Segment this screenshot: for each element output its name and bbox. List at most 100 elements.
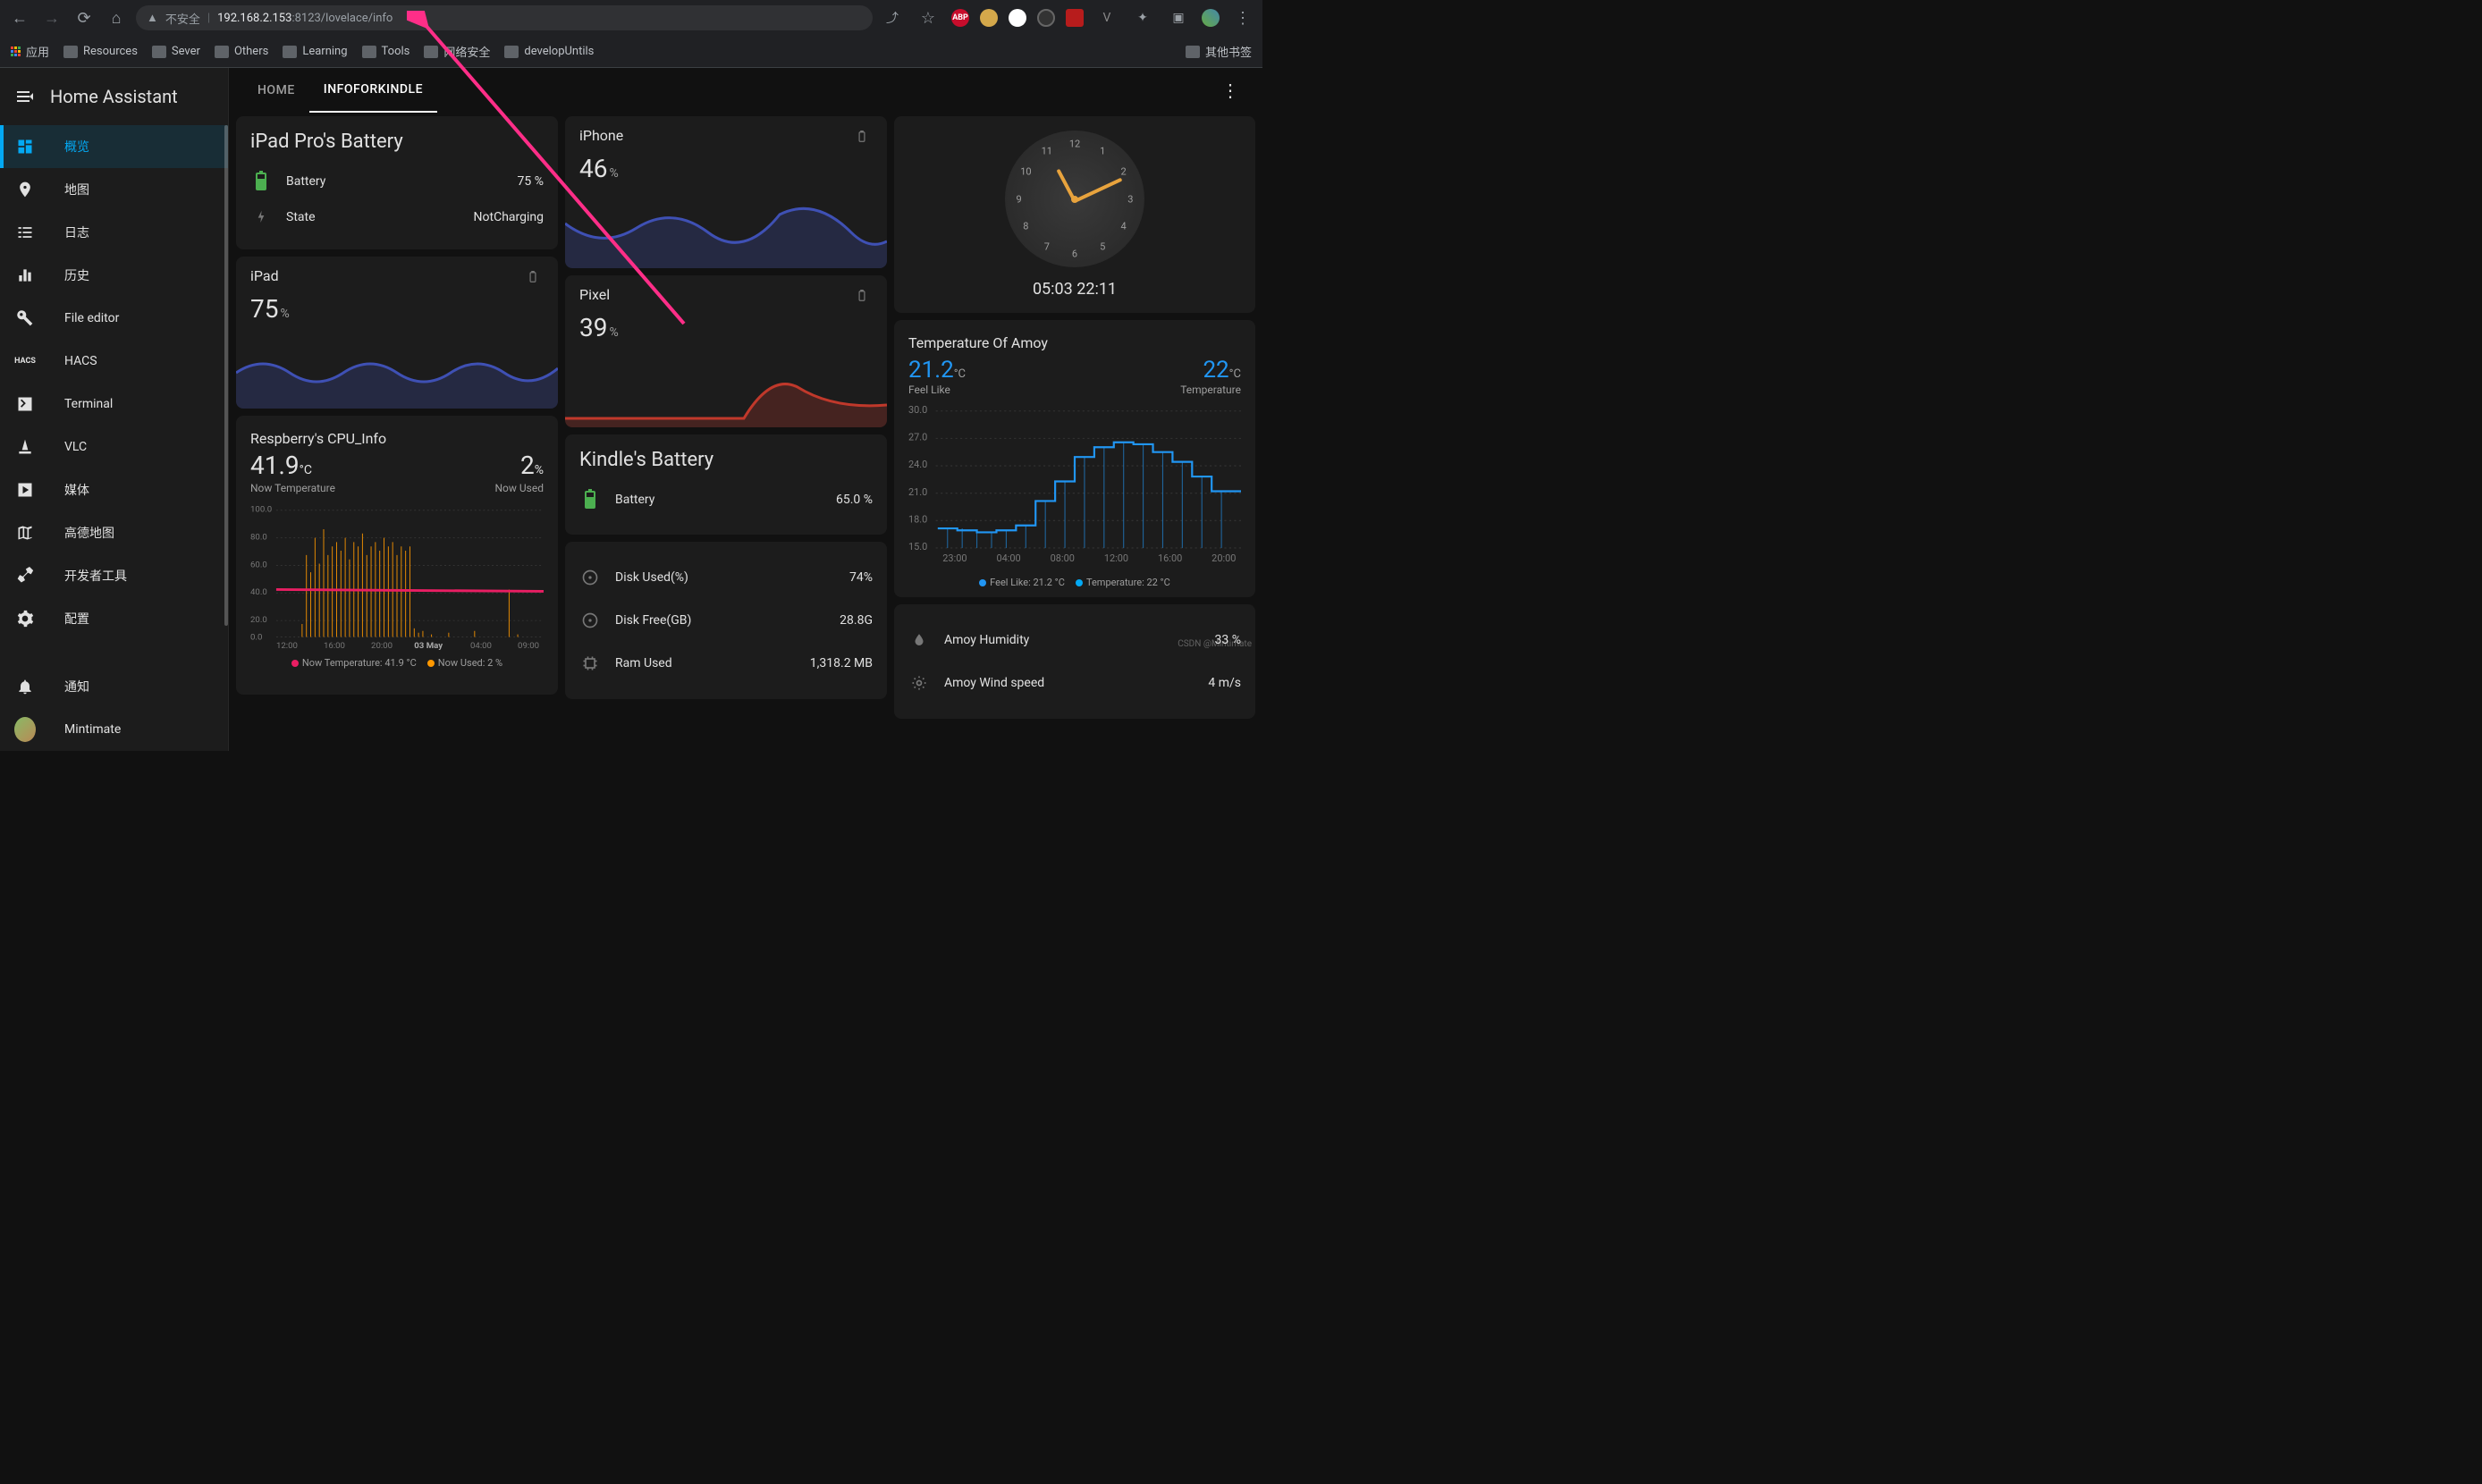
sidebar-scrollbar[interactable] [224,125,228,626]
hacs-icon: HACS [14,357,36,366]
apps-shortcut[interactable]: 应用 [11,43,49,60]
card-clock[interactable]: 12 1 2 3 4 5 6 7 8 9 10 11 [894,116,1255,313]
card-iphone-sensor[interactable]: iPhone 46% [565,116,887,268]
svg-text:80.0: 80.0 [250,533,267,543]
sidebar-item-vlc[interactable]: VLC [0,426,228,468]
share-icon[interactable]: ⤴ [880,9,905,27]
card-temp-amoy[interactable]: Temperature Of Amoy 21.2°C Feel Like 22°… [894,320,1255,597]
entity-row[interactable]: Battery 65.0 % [579,482,873,518]
reload-button[interactable]: ⟳ [72,9,97,28]
entity-row[interactable]: Disk Free(GB) 28.8G [579,599,873,642]
sidebar-item-config[interactable]: 配置 [0,597,228,640]
sparkline [236,337,558,409]
battery-outline-icon [522,267,544,287]
battery-outline-icon [851,127,873,147]
sidebar-item-devtools[interactable]: 开发者工具 [0,554,228,597]
card-weather-list[interactable]: Amoy Humidity 33 % Amoy Wind speed 4 m/s [894,604,1255,719]
card-kindle-battery[interactable]: Kindle's Battery Battery 65.0 % [565,434,887,535]
url-text: 192.168.2.153:8123/lovelace/info [217,12,393,25]
bookmark-folder[interactable]: Tools [362,45,410,58]
map-icon [14,181,36,198]
watermark: CSDN @Mintimate [1178,639,1252,649]
battery-icon [250,173,272,190]
tab-home[interactable]: HOME [243,68,309,113]
sidebar-item-map[interactable]: 地图 [0,168,228,211]
svg-text:03 May: 03 May [414,641,443,650]
bookmark-folder[interactable]: Others [215,45,268,58]
ext-red-icon[interactable] [1066,9,1084,27]
card-disk-info[interactable]: Disk Used(%) 74% Disk Free(GB) 28.8G Ram… [565,542,887,699]
entity-row[interactable]: Disk Used(%) 74% [579,556,873,599]
sidebar-footer: 通知 Mintimate [0,665,228,751]
entity-row[interactable]: Battery 75 % [250,164,544,199]
sidebar-item-media[interactable]: 媒体 [0,468,228,511]
sensor-value: 75% [250,294,544,324]
ext-v-icon[interactable]: V [1094,11,1119,25]
temperature-value: 22°C [1180,357,1241,384]
entity-row[interactable]: State NotCharging [250,199,544,235]
bell-icon [14,678,36,696]
sidebar: Home Assistant 概览 地图 日志 历史 File editor H… [0,68,229,751]
entity-row[interactable]: Ram Used 1,318.2 MB [579,642,873,685]
battery-outline-icon [851,286,873,306]
bookmark-folder[interactable]: developUntils [504,45,594,58]
menu-toggle-icon[interactable] [14,86,36,107]
bookmark-folder[interactable]: 网络安全 [424,43,490,60]
avatar-icon [14,717,36,742]
cpu-temp-label: Now Temperature [250,482,335,494]
svg-text:12:00: 12:00 [1104,552,1128,564]
card-pixel-sensor[interactable]: Pixel 39% [565,275,887,427]
card-ipad-sensor[interactable]: iPad 75% [236,257,558,409]
clock-face: 12 1 2 3 4 5 6 7 8 9 10 11 [1005,131,1144,267]
card-ipad-pro-battery[interactable]: iPad Pro's Battery Battery 75 % State No… [236,116,558,249]
profile-avatar-icon[interactable] [1202,9,1220,27]
cpu-legend: Now Temperature: 41.9 °C Now Used: 2 % [250,657,544,669]
sidebar-item-user[interactable]: Mintimate [0,708,228,751]
entity-row[interactable]: Amoy Wind speed 4 m/s [908,662,1241,704]
extensions-icon[interactable]: ✦ [1130,11,1155,25]
folder-icon [362,46,376,58]
sidebar-item-logbook[interactable]: 日志 [0,211,228,254]
ext-cookie-icon[interactable] [980,9,998,27]
ext-circle-icon[interactable] [1037,9,1055,27]
bookmark-star-icon[interactable]: ☆ [916,9,941,28]
other-bookmarks[interactable]: 其他书签 [1186,43,1252,60]
app-title: Home Assistant [50,86,178,107]
bookmark-folder[interactable]: Learning [283,45,347,58]
insecure-icon: ▲ [147,11,158,25]
bookmark-folder[interactable]: Sever [152,45,200,58]
forward-button[interactable]: → [39,9,64,28]
svg-text:20:00: 20:00 [371,641,393,650]
reader-icon[interactable]: ▣ [1166,11,1191,25]
wind-icon [908,674,930,692]
folder-icon [63,46,78,58]
folder-icon [424,46,438,58]
sidebar-item-file-editor[interactable]: File editor [0,297,228,340]
ext-abp-icon[interactable]: ABP [951,9,969,27]
svg-text:21.0: 21.0 [908,486,927,498]
sidebar-item-notifications[interactable]: 通知 [0,665,228,708]
card-title: Kindle's Battery [579,449,873,471]
sidebar-item-overview[interactable]: 概览 [0,125,228,168]
svg-text:16:00: 16:00 [324,641,345,650]
card-cpu-info[interactable]: Respberry's CPU_Info 41.9°C Now Temperat… [236,416,558,695]
sidebar-item-amap[interactable]: 高德地图 [0,511,228,554]
feel-like-label: Feel Like [908,384,966,396]
dashboard-menu-icon[interactable]: ⋮ [1212,80,1248,101]
clock-time: 05:03 22:11 [1033,280,1117,299]
bookmark-folder[interactable]: Resources [63,45,138,58]
cpu-used-value: 2% [494,451,544,480]
chrome-menu-icon[interactable]: ⋮ [1230,9,1255,28]
home-button[interactable]: ⌂ [104,9,129,28]
url-bar[interactable]: ▲ 不安全 | 192.168.2.153:8123/lovelace/info [136,5,873,30]
sidebar-item-terminal[interactable]: Terminal [0,383,228,426]
ext-cloud-icon[interactable] [1009,9,1026,27]
back-button[interactable]: ← [7,9,32,28]
tab-infoforkindle[interactable]: INFOFORKINDLE [309,68,437,113]
sensor-name: Pixel [579,286,610,303]
sidebar-item-hacs[interactable]: HACSHACS [0,340,228,383]
sidebar-item-history[interactable]: 历史 [0,254,228,297]
battery-icon [579,491,601,509]
browser-toolbar: ← → ⟳ ⌂ ▲ 不安全 | 192.168.2.153:8123/lovel… [0,0,1262,36]
devtools-icon [14,567,36,585]
